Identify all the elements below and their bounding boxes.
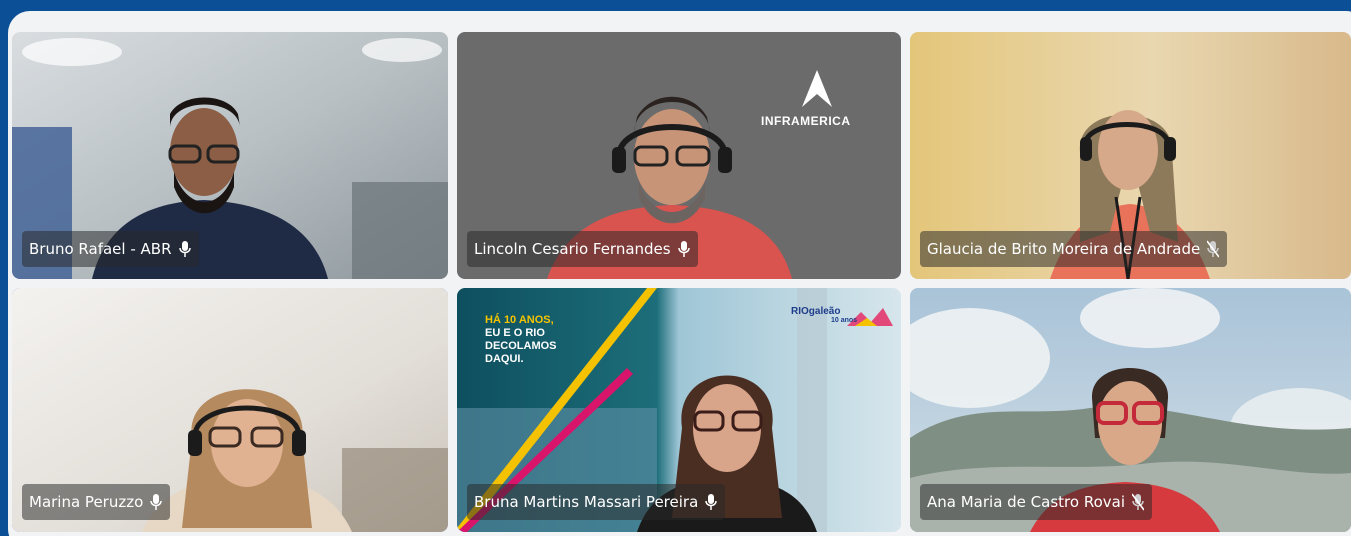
microphone-muted-icon [1207, 240, 1220, 258]
participant-name: Glaucia de Brito Moreira de Andrade [927, 240, 1201, 258]
participant-name-tag: Marina Peruzzo [22, 484, 171, 520]
participant-name-tag: Lincoln Cesario Fernandes [467, 231, 698, 267]
participant-tile-glaucia[interactable]: Glaucia de Brito Moreira de Andrade [910, 32, 1351, 279]
participant-name: Lincoln Cesario Fernandes [474, 240, 671, 258]
participant-tile-lincoln[interactable]: INFRAMERICA Lincoln Cesario Fernandes [457, 32, 901, 279]
participant-name: Bruna Martins Massari Pereira [474, 493, 699, 511]
participant-tile-bruno[interactable]: Bruno Rafael - ABR [12, 32, 448, 279]
microphone-icon [677, 240, 690, 258]
microphone-icon [150, 493, 163, 511]
meeting-window: Bruno Rafael - ABR INFRAMERICA Lincoln C… [0, 0, 1351, 536]
participant-name-tag: Ana Maria de Castro Rovai [920, 484, 1152, 520]
background-brand-text: RIOgaleão 10 anos [791, 306, 858, 324]
background-banner-text: HÁ 10 ANOS, EU E O RIO DECOLAMOS DAQUI. [485, 314, 557, 365]
participant-name-tag: Bruna Martins Massari Pereira [467, 484, 726, 520]
participant-name-tag: Glaucia de Brito Moreira de Andrade [920, 231, 1228, 267]
participant-name: Marina Peruzzo [29, 493, 144, 511]
participant-name-tag: Bruno Rafael - ABR [22, 231, 199, 267]
microphone-muted-icon [1131, 493, 1144, 511]
microphone-icon [178, 240, 191, 258]
background-logo-text: INFRAMERICA [761, 114, 851, 128]
participant-tile-ana-maria[interactable]: Ana Maria de Castro Rovai [910, 288, 1351, 532]
participant-tile-marina[interactable]: Marina Peruzzo [12, 288, 448, 532]
participant-name: Bruno Rafael - ABR [29, 240, 172, 258]
participant-tile-bruna[interactable]: HÁ 10 ANOS, EU E O RIO DECOLAMOS DAQUI. … [457, 288, 901, 532]
microphone-icon [705, 493, 718, 511]
participant-name: Ana Maria de Castro Rovai [927, 493, 1125, 511]
